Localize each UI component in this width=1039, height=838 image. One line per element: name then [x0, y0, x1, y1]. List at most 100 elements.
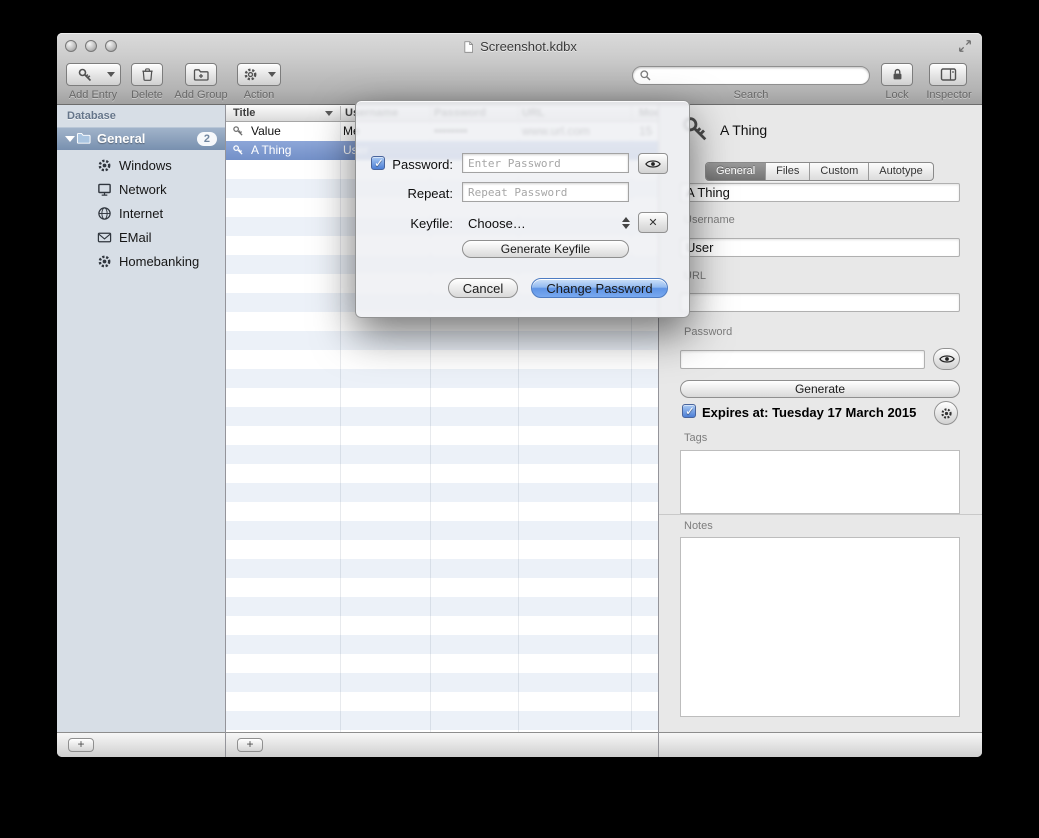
sidebar-item-homebanking[interactable]: Homebanking	[57, 250, 225, 272]
action-label: Action	[223, 89, 295, 101]
sidebar-item-internet[interactable]: Internet	[57, 202, 225, 224]
search-input[interactable]	[652, 69, 869, 83]
sidebar-section-header: Database	[67, 110, 116, 122]
inspector-label: Inspector	[913, 89, 985, 101]
expires-checkbox[interactable]	[682, 404, 696, 418]
add-entry-menu-button[interactable]	[102, 63, 121, 86]
popup-stepper-icon[interactable]	[622, 217, 631, 229]
bottom-bar: + +	[57, 732, 982, 757]
delete-button[interactable]	[131, 63, 163, 86]
password-label: Password	[684, 326, 732, 338]
chevron-down-icon	[268, 72, 276, 77]
change-password-button[interactable]: Change Password	[531, 278, 668, 298]
username-field[interactable]	[680, 238, 960, 257]
notes-label: Notes	[684, 520, 713, 532]
lock-button[interactable]	[881, 63, 913, 86]
entry-count-badge: 2	[197, 132, 217, 146]
expiry-settings-button[interactable]	[934, 401, 958, 425]
popover-password-label: Password:	[387, 157, 453, 172]
inspector-panel: A Thing General Files Custom Autotype Us…	[658, 105, 982, 732]
sidebar-item-label: Network	[119, 182, 167, 197]
sidebar-group-label: General	[97, 131, 145, 146]
tab-files[interactable]: Files	[766, 163, 810, 180]
cancel-button[interactable]: Cancel	[448, 278, 518, 298]
key-icon	[77, 67, 93, 83]
add-entry-plus-button[interactable]: +	[237, 738, 263, 752]
inspector-tabs: General Files Custom Autotype	[705, 162, 934, 181]
add-group-button[interactable]	[185, 63, 217, 86]
globe-icon	[97, 206, 112, 221]
title-field[interactable]	[680, 183, 960, 202]
key-icon	[232, 144, 244, 156]
notes-field[interactable]	[680, 537, 960, 717]
column-divider	[340, 122, 341, 732]
change-password-popover: Password: Repeat: Keyfile: Choose… Gener…	[355, 100, 690, 318]
action-button[interactable]	[237, 63, 264, 86]
cell-title: Value	[251, 122, 281, 141]
app-window: Screenshot.kdbx Add Entry Delete	[57, 33, 982, 757]
search-field[interactable]	[632, 66, 870, 85]
eye-icon	[645, 159, 661, 169]
tags-label: Tags	[684, 432, 707, 444]
window-title: Screenshot.kdbx	[480, 39, 577, 54]
password-field[interactable]	[680, 350, 925, 369]
cell-title: A Thing	[251, 141, 291, 160]
popover-reveal-password-button[interactable]	[638, 153, 668, 174]
lock-icon	[890, 67, 905, 82]
username-label: Username	[684, 214, 735, 226]
popover-keyfile-label: Keyfile:	[387, 216, 453, 231]
section-divider	[658, 514, 982, 515]
inspector-panel-icon	[940, 67, 957, 82]
eye-icon	[939, 354, 955, 364]
document-icon	[462, 40, 475, 54]
sidebar-item-windows[interactable]: Windows	[57, 154, 225, 176]
tab-custom[interactable]: Custom	[810, 163, 869, 180]
tags-field[interactable]	[680, 450, 960, 514]
reveal-password-button[interactable]	[933, 348, 960, 370]
sidebar-item-label: Internet	[119, 206, 163, 221]
sidebar: Database General 2 Windows	[57, 105, 225, 732]
sidebar-group-general[interactable]: General 2	[57, 127, 225, 150]
password-checkbox[interactable]	[371, 156, 385, 170]
chevron-down-icon	[107, 72, 115, 77]
keyfile-popup-button[interactable]: Choose…	[468, 216, 526, 231]
popover-repeat-label: Repeat:	[387, 186, 453, 201]
tab-general[interactable]: General	[706, 163, 766, 180]
gear-icon	[97, 158, 112, 173]
column-header-title[interactable]: Title	[233, 107, 255, 119]
folder-plus-icon	[193, 67, 209, 83]
inspector-entry-title: A Thing	[720, 122, 767, 138]
popover-repeat-input[interactable]	[462, 182, 629, 202]
generate-password-button[interactable]: Generate	[680, 380, 960, 398]
envelope-icon	[97, 230, 112, 245]
generate-keyfile-button[interactable]: Generate Keyfile	[462, 240, 629, 258]
window-title-wrap: Screenshot.kdbx	[57, 39, 982, 54]
add-entry-button[interactable]	[66, 63, 103, 86]
pane-divider[interactable]	[225, 105, 226, 757]
gear-icon	[97, 254, 112, 269]
sidebar-item-label: Windows	[119, 158, 172, 173]
clear-keyfile-button[interactable]	[638, 212, 668, 233]
popover-password-input[interactable]	[462, 153, 629, 173]
key-icon	[232, 125, 244, 137]
gear-icon	[243, 67, 258, 82]
desktop-background: Screenshot.kdbx Add Entry Delete	[0, 0, 1039, 838]
search-icon	[639, 69, 652, 82]
inspector-toggle-button[interactable]	[929, 63, 967, 86]
column-divider[interactable]	[340, 106, 341, 120]
title-bar: Screenshot.kdbx Add Entry Delete	[57, 33, 982, 105]
expires-label: Expires at: Tuesday 17 March 2015	[702, 405, 916, 420]
disclosure-triangle-icon[interactable]	[65, 136, 75, 142]
action-menu-button[interactable]	[263, 63, 281, 86]
tab-autotype[interactable]: Autotype	[869, 163, 932, 180]
sidebar-item-email[interactable]: EMail	[57, 226, 225, 248]
sidebar-item-label: Homebanking	[119, 254, 199, 269]
sidebar-item-network[interactable]: Network	[57, 178, 225, 200]
url-field[interactable]	[680, 293, 960, 312]
display-icon	[97, 182, 112, 197]
gear-icon	[940, 407, 953, 420]
folder-icon	[75, 131, 92, 146]
sidebar-item-label: EMail	[119, 230, 152, 245]
fullscreen-icon[interactable]	[958, 39, 972, 53]
add-group-plus-button[interactable]: +	[68, 738, 94, 752]
